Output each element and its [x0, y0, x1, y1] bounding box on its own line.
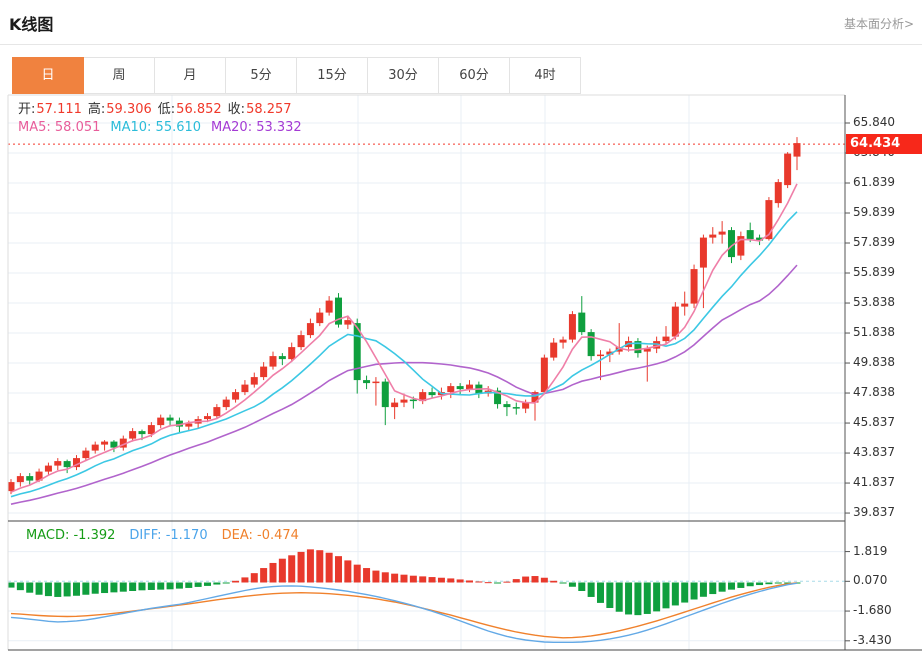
macd-axis-label: -1.680 — [853, 603, 892, 617]
ohlc-value: 56.852 — [176, 102, 222, 117]
price-axis-label: 65.840 — [853, 115, 895, 129]
ohlc-label: 高: — [88, 102, 105, 117]
ohlc-value: 58.257 — [246, 102, 292, 117]
ma-legend-item: MA10: 55.610 — [110, 120, 201, 135]
ma-legend-item: MA20: 53.332 — [211, 120, 302, 135]
price-chart-area[interactable] — [8, 95, 845, 521]
ma-legend-item: MA5: 58.051 — [18, 120, 100, 135]
price-axis-label: 59.839 — [853, 205, 895, 219]
price-axis-label: 41.837 — [853, 475, 895, 489]
macd-axis-label: 1.819 — [853, 544, 887, 558]
ohlc-value: 57.111 — [36, 102, 82, 117]
price-axis-label: 39.837 — [853, 505, 895, 519]
macd-legend: MACD: -1.392 DIFF: -1.170 DEA: -0.474 — [26, 528, 313, 543]
price-axis-label: 55.839 — [853, 265, 895, 279]
tab-interval-0[interactable]: 日 — [12, 57, 84, 94]
last-price-badge: 64.434 — [846, 134, 922, 154]
macd-legend-item: DEA: -0.474 — [222, 528, 299, 543]
price-axis-label: 43.837 — [853, 445, 895, 459]
price-axis-label: 47.838 — [853, 385, 895, 399]
price-axis-label: 49.838 — [853, 355, 895, 369]
price-axis-label: 57.839 — [853, 235, 895, 249]
ohlc-legend: 开:57.111 高:59.306 低:56.852 收:58.257 — [18, 98, 298, 117]
ma-legend: MA5: 58.051 MA10: 55.610 MA20: 53.332 — [18, 120, 312, 135]
price-axis-label: 53.838 — [853, 295, 895, 309]
ohlc-label: 低: — [158, 102, 175, 117]
macd-axis-label: -3.430 — [853, 633, 892, 647]
ohlc-label: 开: — [18, 102, 35, 117]
price-axis-label: 61.839 — [853, 175, 895, 189]
price-axis-label: 45.837 — [853, 415, 895, 429]
macd-axis-label: 0.070 — [853, 573, 887, 587]
ohlc-label: 收: — [228, 102, 245, 117]
price-axis-label: 51.838 — [853, 325, 895, 339]
ohlc-value: 59.306 — [106, 102, 152, 117]
macd-legend-item: DIFF: -1.170 — [129, 528, 207, 543]
macd-legend-item: MACD: -1.392 — [26, 528, 115, 543]
